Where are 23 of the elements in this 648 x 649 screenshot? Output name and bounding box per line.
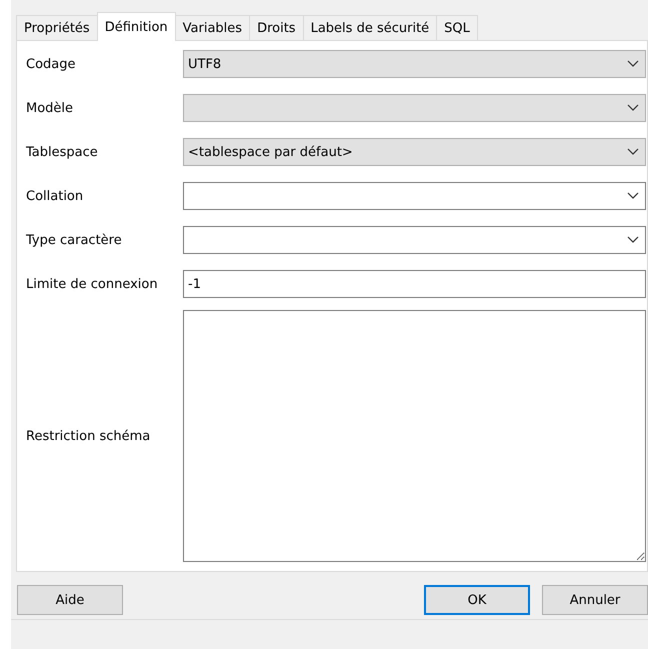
field-label: Restriction schéma xyxy=(25,428,152,444)
chevron-down-icon xyxy=(627,236,639,244)
chevron-down-icon xyxy=(627,192,639,200)
dropdown[interactable] xyxy=(183,182,646,210)
chevron-down-icon xyxy=(627,60,639,68)
dropdown[interactable] xyxy=(183,226,646,254)
input-field[interactable]: -1 xyxy=(183,270,646,298)
tab[interactable]: Propriétés xyxy=(16,15,98,40)
dropdown[interactable]: <tablespace par défaut> xyxy=(183,138,646,166)
tab[interactable]: Définition xyxy=(96,12,176,41)
field-label: Collation xyxy=(25,188,84,204)
field-label: Type caractère xyxy=(25,232,123,248)
field-label: Tablespace xyxy=(25,144,99,160)
dialog-button[interactable]: Annuler xyxy=(542,585,648,615)
chevron-down-icon xyxy=(627,104,639,112)
dialog-button[interactable]: OK xyxy=(424,585,530,615)
field-label: Modèle xyxy=(25,100,74,116)
tab[interactable]: SQL xyxy=(436,15,478,40)
dropdown[interactable]: UTF8 xyxy=(183,50,646,78)
field-label: Codage xyxy=(25,56,76,72)
field-label: Limite de connexion xyxy=(25,276,159,292)
dialog-button[interactable]: Aide xyxy=(17,585,123,615)
chevron-down-icon xyxy=(627,148,639,156)
